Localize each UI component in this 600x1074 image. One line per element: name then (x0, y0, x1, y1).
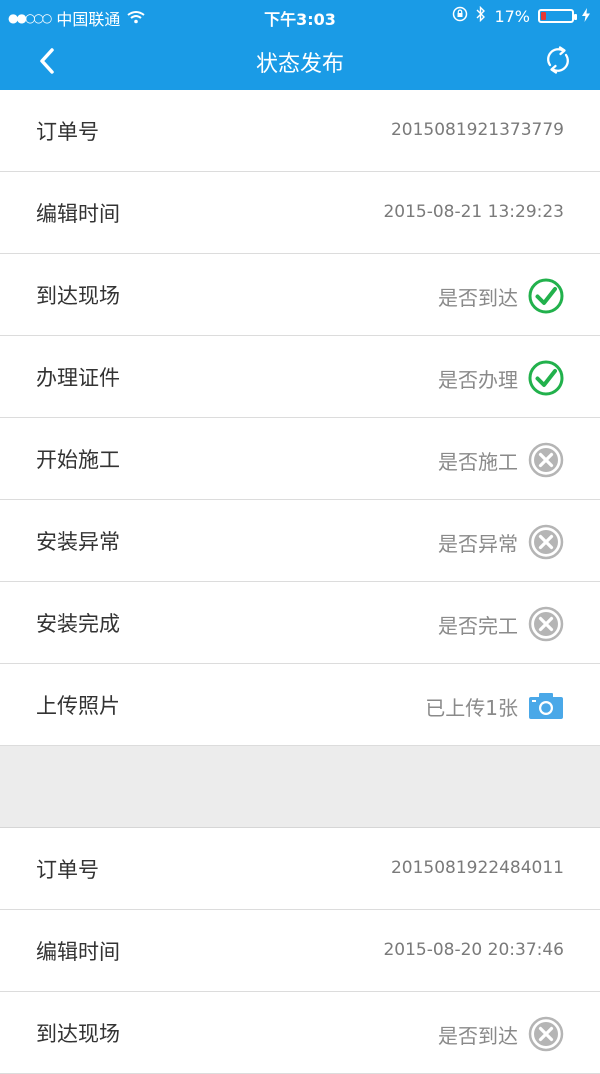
section-separator (0, 746, 600, 828)
upload-photo-row[interactable]: 上传照片 已上传1张 (0, 664, 600, 746)
camera-icon[interactable] (528, 688, 564, 724)
status-question: 是否施工 (438, 449, 518, 474)
status-row-permit[interactable]: 办理证件 是否办理 (0, 336, 600, 418)
bluetooth-icon (476, 5, 486, 26)
order-number-value: 2015081921373779 (390, 120, 564, 140)
page-title: 状态发布 (255, 52, 344, 77)
battery-icon (538, 9, 577, 23)
battery-percent: 17% (494, 6, 530, 26)
status-row-arrive[interactable]: 到达现场 是否到达 (0, 254, 600, 336)
edit-time-label: 编辑时间 (36, 202, 120, 226)
edit-time-row: 编辑时间 2015-08-21 13:29:23 (0, 172, 600, 254)
header-bar: 状态发布 (0, 32, 600, 90)
cross-circle-icon[interactable] (528, 442, 564, 478)
status-right: 17% (452, 5, 590, 26)
cross-circle-icon[interactable] (528, 606, 564, 642)
status-question: 是否到达 (438, 285, 518, 310)
status-list: 订单号 2015081921373779 编辑时间 2015-08-21 13:… (0, 90, 600, 1074)
battery-level (541, 12, 547, 20)
edit-time-value: 2015-08-21 13:29:23 (383, 202, 564, 222)
edit-time-label: 编辑时间 (36, 940, 120, 964)
edit-time-value: 2015-08-20 20:37:46 (383, 940, 564, 960)
status-row-exception[interactable]: 安装异常 是否异常 (0, 500, 600, 582)
status-label: 到达现场 (36, 1022, 120, 1046)
check-circle-icon[interactable] (528, 360, 564, 396)
refresh-icon (547, 46, 569, 74)
check-circle-icon[interactable] (528, 278, 564, 314)
status-label: 办理证件 (36, 366, 120, 390)
cross-circle-icon[interactable] (528, 524, 564, 560)
status-question: 是否办理 (438, 367, 518, 392)
order-number-row: 订单号 2015081921373779 (0, 90, 600, 172)
order-number-label: 订单号 (36, 120, 99, 144)
status-bar: ●●○○○ 中国联通 下午3:03 17% (0, 0, 600, 32)
status-label: 安装完成 (36, 612, 120, 636)
status-row-arrive[interactable]: 到达现场 是否到达 (0, 992, 600, 1074)
order-number-row: 订单号 2015081922484011 (0, 828, 600, 910)
status-question: 是否到达 (438, 1023, 518, 1048)
status-row-complete[interactable]: 安装完成 是否完工 (0, 582, 600, 664)
edit-time-row: 编辑时间 2015-08-20 20:37:46 (0, 910, 600, 992)
status-label: 到达现场 (36, 284, 120, 308)
cross-circle-icon[interactable] (528, 1016, 564, 1052)
upload-photo-label: 上传照片 (36, 694, 120, 718)
order-number-label: 订单号 (36, 858, 99, 882)
status-question: 是否完工 (438, 613, 518, 638)
status-question: 是否异常 (438, 531, 518, 556)
status-label: 开始施工 (36, 448, 120, 472)
status-label: 安装异常 (36, 530, 120, 554)
orientation-lock-icon (452, 6, 468, 26)
order-number-value: 2015081922484011 (390, 858, 564, 878)
status-row-construction[interactable]: 开始施工 是否施工 (0, 418, 600, 500)
refresh-button[interactable] (540, 42, 576, 78)
charging-icon (582, 7, 590, 26)
upload-photo-status: 已上传1张 (425, 695, 518, 720)
